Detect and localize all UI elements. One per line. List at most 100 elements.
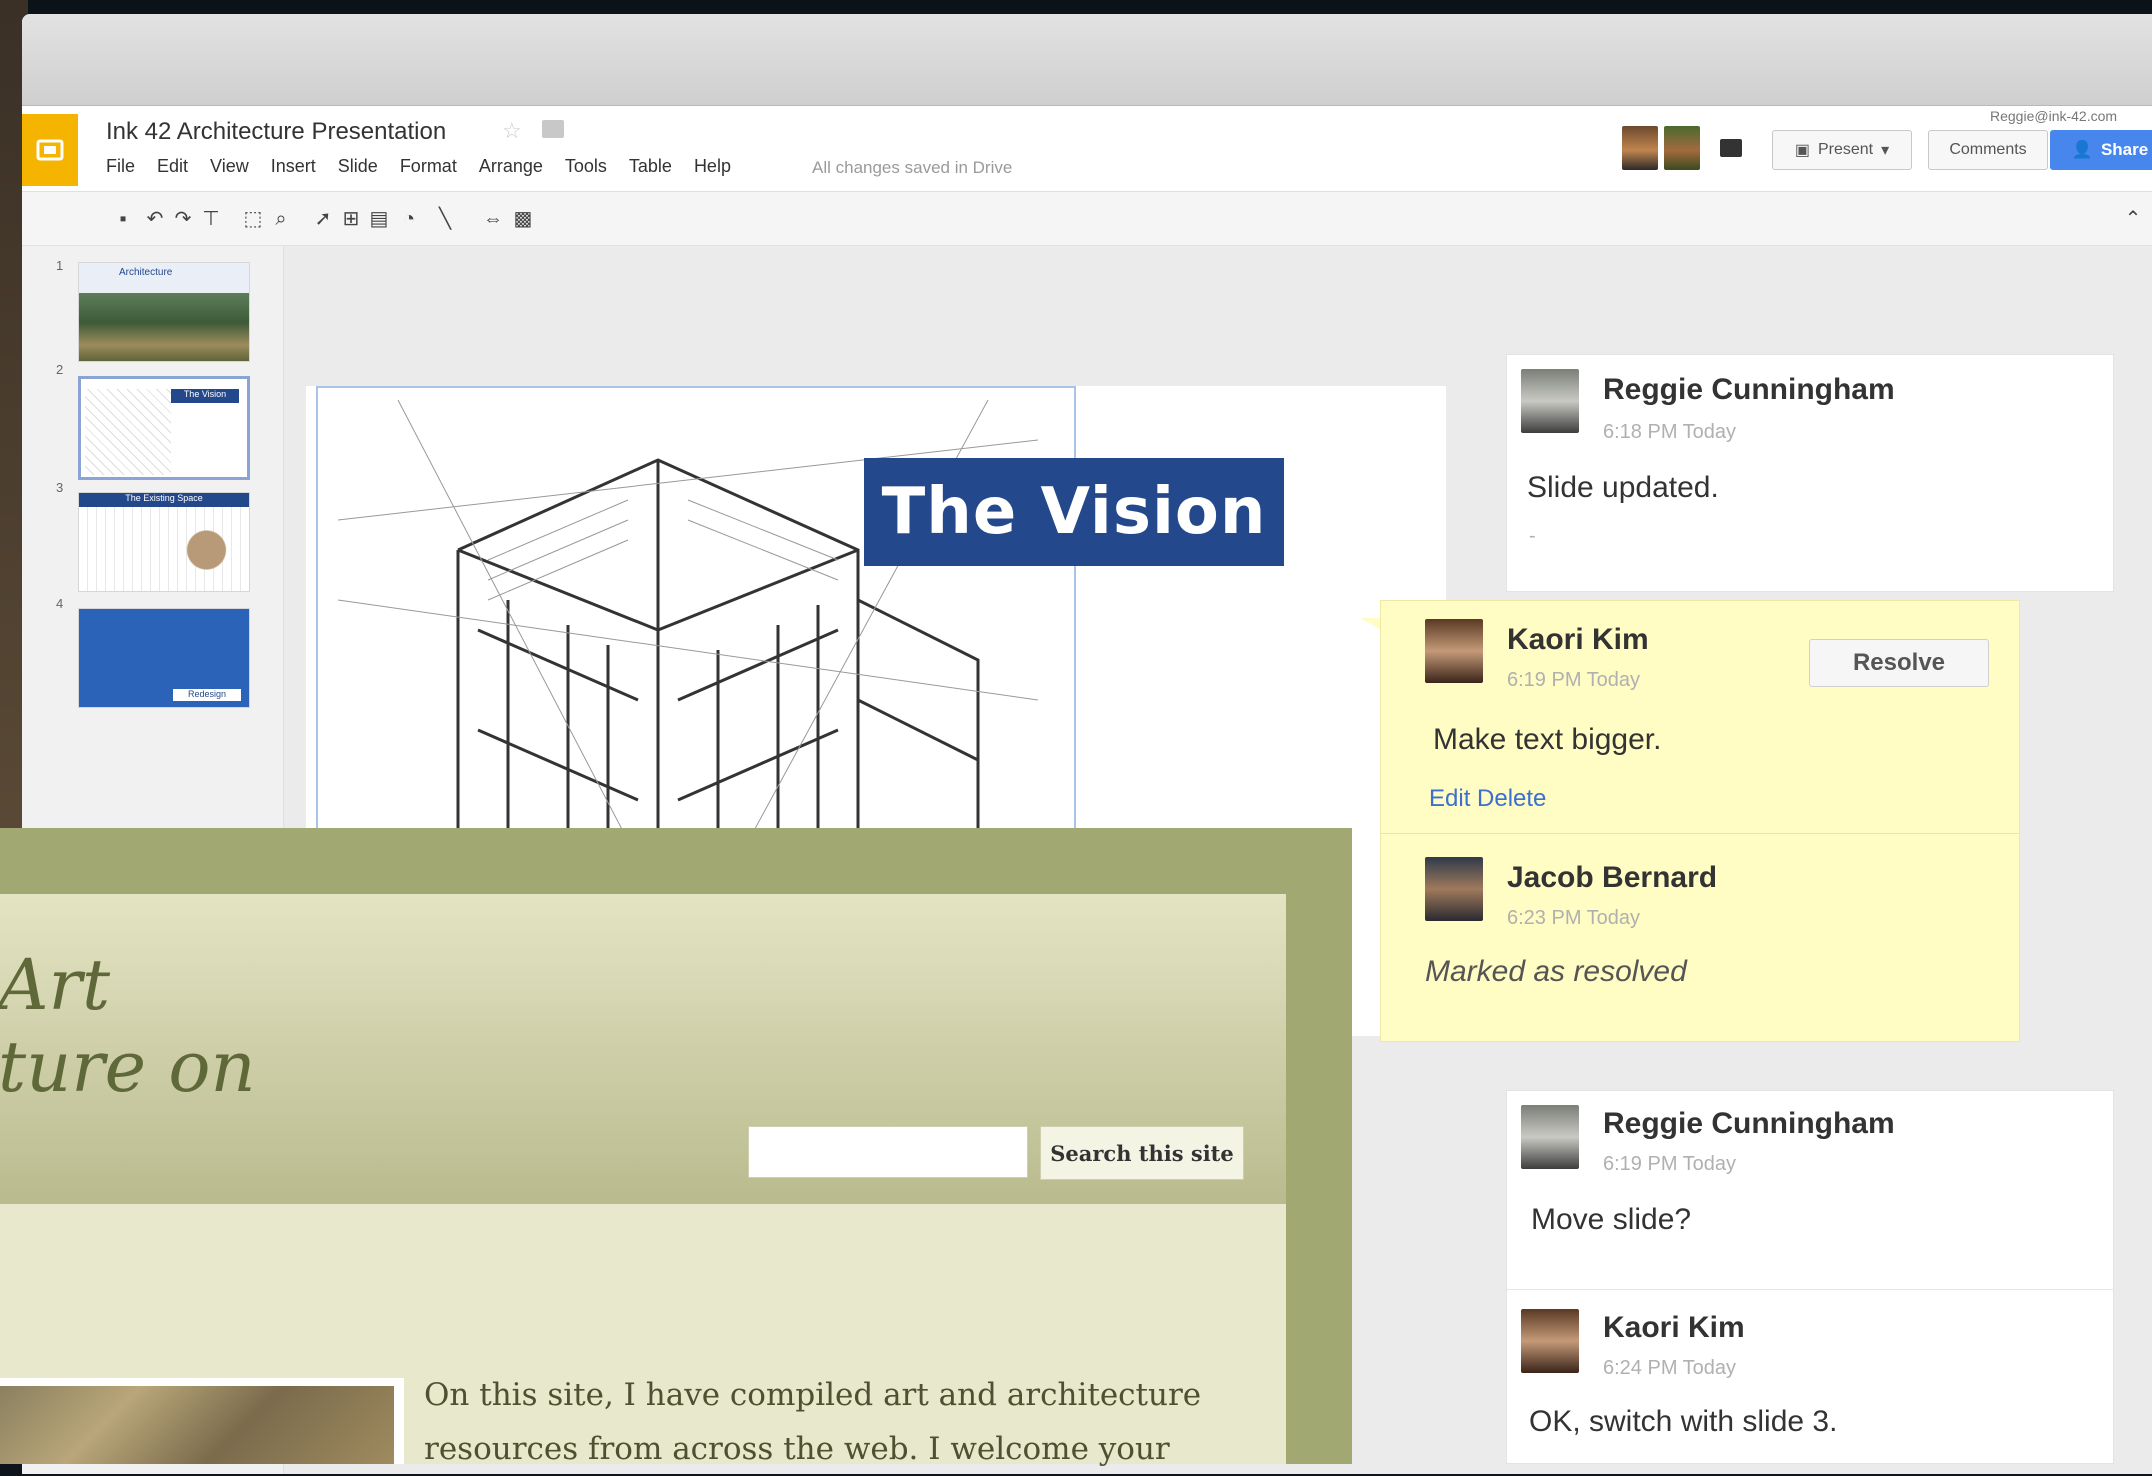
menu-bar: File Edit View Insert Slide Format Arran… [106, 156, 731, 177]
comment-author: Reggie Cunningham [1603, 1107, 1895, 1140]
comment-text: OK, switch with slide 3. [1529, 1405, 1838, 1438]
site-search-button[interactable]: Search this site [1040, 1126, 1244, 1180]
thumbnail-title: The Vision [171, 389, 239, 403]
editing-toolbar: ▪ ↶ ↷ ⊤ ⬚ ⌕ ➚ ⊞ ▤ ◔ ╲ ⇔ ▩ ⌃ [22, 192, 2152, 246]
slide-thumbnail-3[interactable]: The Existing Space [78, 492, 250, 592]
app-header: Ink 42 Architecture Presentation ☆ File … [22, 106, 2152, 192]
image-icon[interactable]: ▤ [368, 208, 390, 230]
collaborator-avatar[interactable] [1664, 126, 1700, 170]
comment-text: Marked as resolved [1425, 955, 1687, 988]
slide-title-textbox[interactable]: The Vision [864, 458, 1284, 566]
thumbnail-title: The Existing Space [79, 493, 249, 507]
active-comment-thread[interactable]: Kaori Kim 6:19 PM Today Resolve Make tex… [1380, 600, 2020, 1042]
redo-icon[interactable]: ↷ [172, 208, 194, 230]
artwork-image-content [0, 1386, 394, 1464]
thumbnail-image [79, 293, 249, 361]
comment-card[interactable]: Reggie Cunningham 6:18 PM Today Slide up… [1506, 354, 2114, 592]
thumbnail-title: Redesign [173, 689, 241, 701]
menu-table[interactable]: Table [629, 156, 672, 177]
avatar [1425, 857, 1483, 921]
menu-help[interactable]: Help [694, 156, 731, 177]
menu-insert[interactable]: Insert [271, 156, 316, 177]
fit-icon[interactable]: ⬚ [242, 208, 264, 230]
collapse-icon[interactable]: ⌃ [2122, 208, 2144, 230]
document-title[interactable]: Ink 42 Architecture Presentation [106, 118, 446, 146]
select-icon[interactable]: ➚ [312, 208, 334, 230]
folder-icon[interactable] [542, 120, 564, 138]
star-icon[interactable]: ☆ [502, 118, 522, 144]
chat-icon[interactable] [1720, 139, 1742, 157]
thumbnail-image [85, 389, 171, 475]
avatar [1521, 369, 1579, 433]
menu-view[interactable]: View [210, 156, 249, 177]
artwork-image[interactable] [0, 1378, 404, 1464]
intro-line-2: resources from across the web. I welcome… [424, 1431, 1170, 1467]
thumbnail-number: 2 [56, 362, 64, 377]
thumbnail-image [79, 507, 249, 591]
textbox-icon[interactable]: ⊞ [340, 208, 362, 230]
menu-tools[interactable]: Tools [565, 156, 607, 177]
avatar [1521, 1309, 1579, 1373]
comment-text: Make text bigger. [1433, 723, 1662, 756]
person-icon: 👤 [2071, 140, 2093, 159]
resolve-button[interactable]: Resolve [1809, 639, 1989, 687]
site-intro-text: On this site, I have compiled art and ar… [424, 1368, 1244, 1476]
save-status: All changes saved in Drive [812, 158, 1013, 177]
avatar [1425, 619, 1483, 683]
line-icon[interactable]: ╲ [434, 208, 456, 230]
menu-edit[interactable]: Edit [157, 156, 188, 177]
thumbnail-number: 1 [56, 258, 64, 273]
new-slide-icon[interactable]: ▪ [112, 208, 134, 230]
comment-time: 6:19 PM Today [1507, 669, 1641, 691]
collaborator-avatar[interactable] [1622, 126, 1658, 170]
present-label: Present [1817, 141, 1874, 158]
site-title-line-2[interactable]: ture on [0, 1026, 256, 1108]
comment-author: Jacob Bernard [1507, 861, 1718, 894]
divider [1381, 833, 2019, 834]
slide-thumbnail-2[interactable]: The Vision [78, 376, 250, 480]
slides-logo-icon[interactable] [22, 114, 78, 186]
comment-text: Slide updated. [1527, 471, 1719, 504]
comment-time: 6:18 PM Today [1603, 421, 1737, 443]
menu-arrange[interactable]: Arrange [479, 156, 543, 177]
collaborator-avatars [1622, 126, 1742, 170]
edit-delete-links[interactable]: Edit Delete [1429, 785, 1546, 813]
intro-line-1: On this site, I have compiled art and ar… [424, 1377, 1202, 1413]
undo-icon[interactable]: ↶ [144, 208, 166, 230]
present-icon: ▣ [1794, 142, 1810, 159]
comment-add-icon[interactable]: ▩ [512, 208, 534, 230]
comment-author: Reggie Cunningham [1603, 373, 1895, 406]
window-titlebar[interactable] [22, 14, 2152, 106]
comment-author: Kaori Kim [1603, 1311, 1745, 1344]
thumbnail-title: Architecture [79, 263, 249, 293]
divider [1507, 1289, 2113, 1290]
comment-time: 6:23 PM Today [1507, 907, 1641, 929]
site-title-line-1[interactable]: Art [0, 944, 110, 1026]
slide-thumbnail-4[interactable]: Redesign [78, 608, 250, 708]
avatar [1521, 1105, 1579, 1169]
zoom-icon[interactable]: ⌕ [270, 208, 292, 230]
share-button[interactable]: 👤 Share [2050, 130, 2152, 170]
account-email[interactable]: Reggie@ink-42.com [1990, 108, 2117, 124]
comment-card[interactable]: Reggie Cunningham 6:19 PM Today Move sli… [1506, 1090, 2114, 1464]
thumbnail-number: 3 [56, 480, 64, 495]
menu-slide[interactable]: Slide [338, 156, 378, 177]
present-button[interactable]: ▣ Present ▾ [1772, 130, 1912, 170]
shape-icon[interactable]: ◔ [398, 208, 420, 230]
slide-thumbnail-1[interactable]: Architecture [78, 262, 250, 362]
menu-file[interactable]: File [106, 156, 135, 177]
comment-author: Kaori Kim [1507, 623, 1649, 656]
chevron-down-icon[interactable]: ▾ [1881, 140, 1889, 160]
image-selection-box[interactable] [316, 386, 1076, 846]
comment-time: 6:19 PM Today [1603, 1153, 1737, 1175]
comment-text: Move slide? [1531, 1203, 1692, 1236]
menu-format[interactable]: Format [400, 156, 457, 177]
comment-time: 6:24 PM Today [1603, 1357, 1737, 1379]
thumbnail-number: 4 [56, 596, 64, 611]
site-search-input[interactable] [748, 1126, 1028, 1178]
paint-format-icon[interactable]: ⊤ [200, 208, 222, 230]
share-label: Share [2100, 140, 2149, 159]
link-icon[interactable]: ⇔ [482, 208, 504, 230]
comments-button[interactable]: Comments [1928, 130, 2048, 170]
comment-extra: - [1529, 525, 1536, 547]
